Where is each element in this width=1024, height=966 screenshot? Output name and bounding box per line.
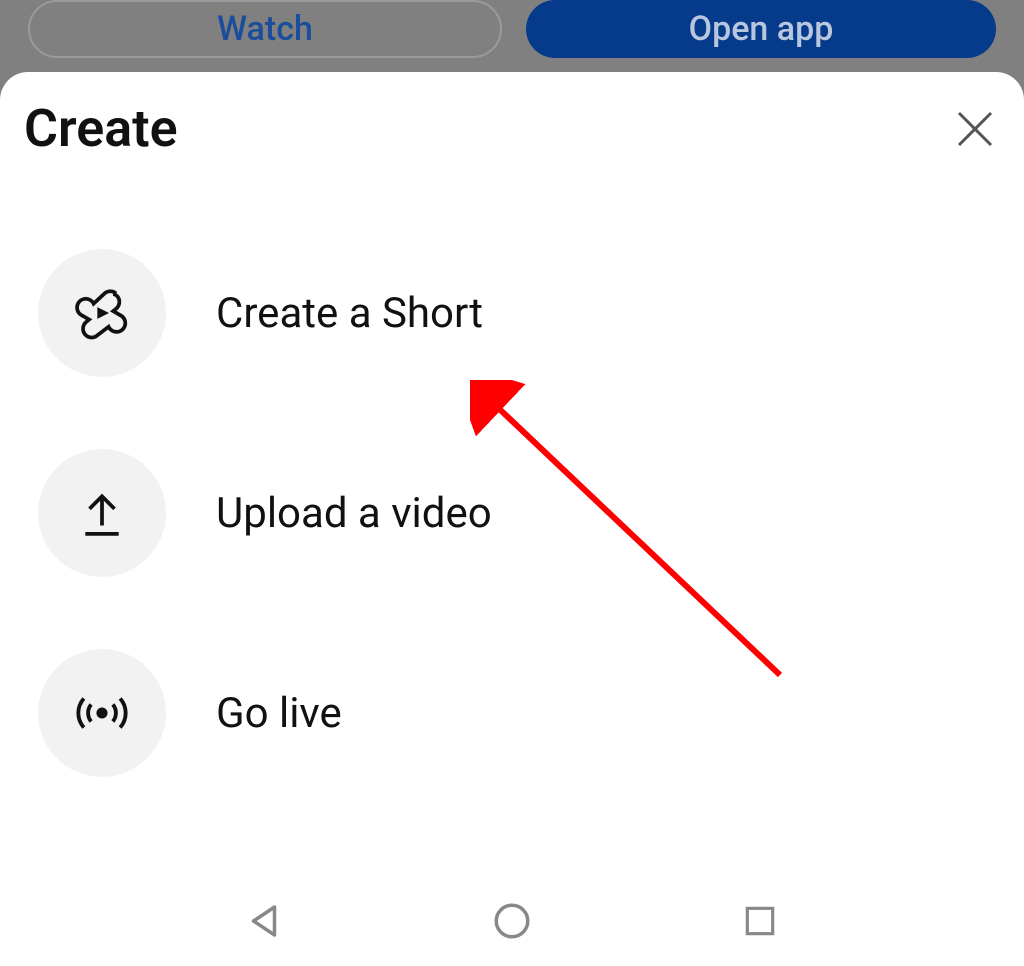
option-icon-wrap bbox=[38, 249, 166, 377]
shorts-icon bbox=[74, 285, 130, 341]
live-icon bbox=[73, 684, 131, 742]
nav-back-button[interactable] bbox=[240, 897, 288, 945]
option-create-short[interactable]: Create a Short bbox=[38, 249, 1000, 377]
system-nav-bar bbox=[0, 876, 1024, 966]
sheet-title: Create bbox=[24, 98, 178, 159]
option-label: Go live bbox=[216, 689, 342, 738]
open-app-label: Open app bbox=[689, 9, 834, 49]
circle-home-icon bbox=[491, 900, 533, 942]
option-label: Create a Short bbox=[216, 289, 483, 338]
option-label: Upload a video bbox=[216, 489, 492, 538]
upload-icon bbox=[77, 488, 127, 538]
close-button[interactable] bbox=[950, 104, 1000, 154]
background-top-bar: Watch Open app bbox=[0, 0, 1024, 80]
triangle-back-icon bbox=[243, 900, 285, 942]
nav-recents-button[interactable] bbox=[736, 897, 784, 945]
watch-label: Watch bbox=[217, 9, 313, 49]
close-icon bbox=[953, 107, 997, 151]
option-upload-video[interactable]: Upload a video bbox=[38, 449, 1000, 577]
watch-button-dimmed: Watch bbox=[28, 0, 502, 58]
option-go-live[interactable]: Go live bbox=[38, 649, 1000, 777]
square-recents-icon bbox=[741, 902, 779, 940]
create-bottom-sheet: Create Create a Short bbox=[0, 72, 1024, 966]
option-list: Create a Short Upload a video bbox=[24, 249, 1000, 777]
sheet-header: Create bbox=[24, 98, 1000, 159]
open-app-button-dimmed: Open app bbox=[526, 0, 996, 58]
option-icon-wrap bbox=[38, 649, 166, 777]
nav-home-button[interactable] bbox=[488, 897, 536, 945]
option-icon-wrap bbox=[38, 449, 166, 577]
